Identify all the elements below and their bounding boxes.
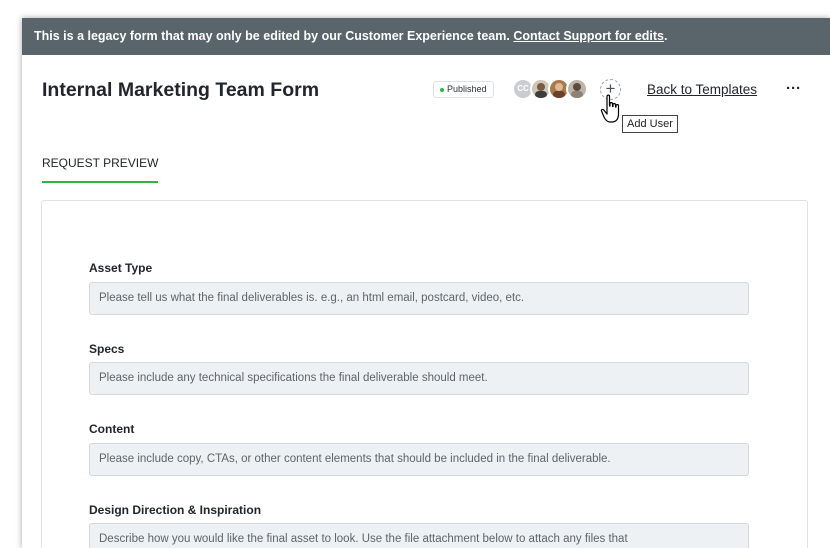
status-badge: Published	[433, 81, 494, 98]
back-to-templates-link[interactable]: Back to Templates	[647, 82, 757, 97]
specs-label: Specs	[89, 342, 125, 356]
banner-suffix: .	[664, 29, 668, 43]
banner-text: This is a legacy form that may only be e…	[34, 29, 514, 43]
status-label: Published	[447, 84, 487, 94]
page-title: Internal Marketing Team Form	[42, 79, 320, 101]
avatar[interactable]	[566, 78, 588, 100]
add-user-tooltip: Add User	[622, 115, 678, 133]
content-input[interactable]: Please include copy, CTAs, or other cont…	[89, 443, 749, 476]
specs-input[interactable]: Please include any technical specificati…	[89, 362, 749, 395]
tab-request-preview[interactable]: REQUEST PREVIEW	[42, 156, 158, 170]
content-label: Content	[89, 422, 135, 436]
more-icon[interactable]: ···	[786, 80, 801, 97]
status-dot-icon	[440, 87, 444, 92]
active-tab-indicator	[42, 181, 158, 183]
asset-type-input[interactable]: Please tell us what the final deliverabl…	[89, 282, 749, 315]
contact-support-link[interactable]: Contact Support for edits	[513, 29, 664, 43]
design-direction-label: Design Direction & Inspiration	[89, 503, 262, 517]
legacy-form-banner: This is a legacy form that may only be e…	[22, 18, 830, 55]
asset-type-label: Asset Type	[89, 261, 153, 275]
form-builder-window: This is a legacy form that may only be e…	[22, 18, 830, 548]
design-direction-input[interactable]: Describe how you would like the final as…	[89, 523, 749, 548]
